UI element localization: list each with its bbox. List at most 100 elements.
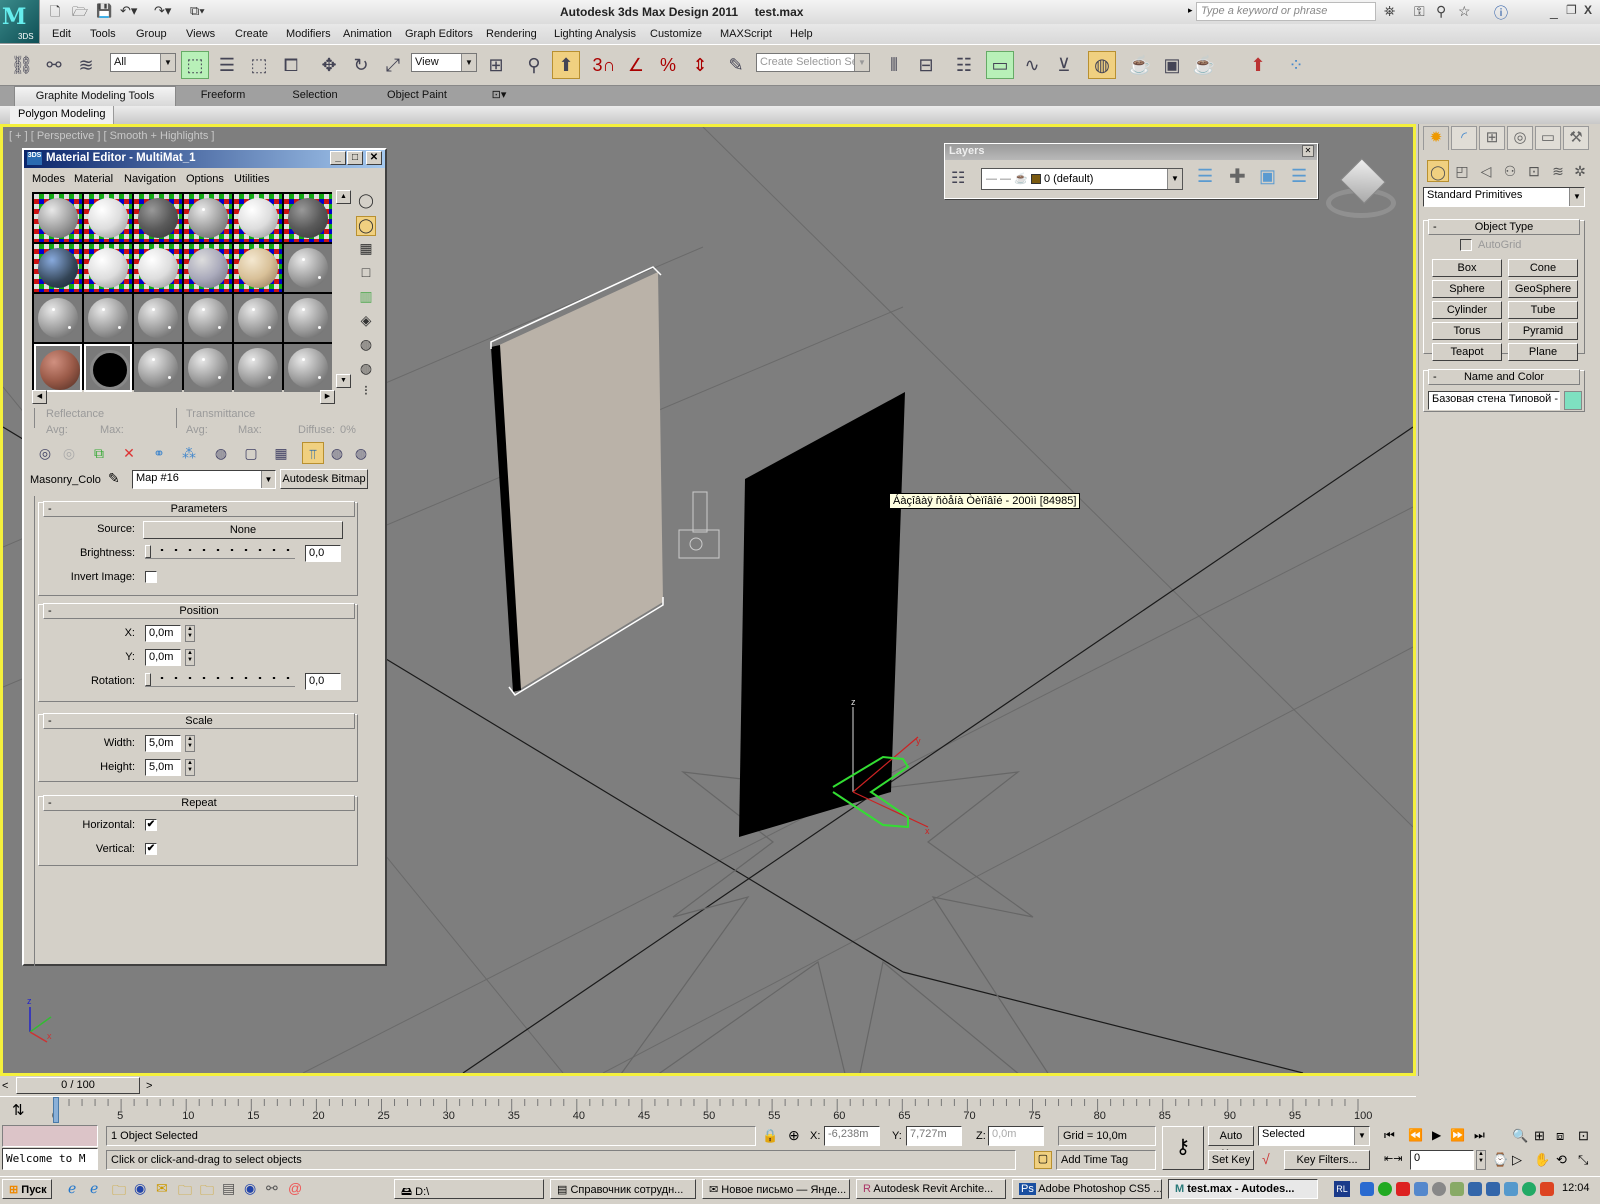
menu-group[interactable]: Group xyxy=(136,28,167,40)
default-tangents-icon[interactable]: √ xyxy=(1262,1151,1270,1167)
sample-slot-hot[interactable] xyxy=(34,344,82,392)
sample-slot[interactable] xyxy=(184,244,232,292)
scroll-down-icon[interactable]: ▼ xyxy=(336,374,351,388)
rotation-slider[interactable] xyxy=(145,673,295,687)
go-to-end-icon[interactable]: ⏭ xyxy=(1474,1128,1485,1143)
material-editor-title-bar[interactable]: 3DS Material Editor - MultiMat_1 _ □ ✕ xyxy=(24,150,385,168)
repeat-rollout-header[interactable]: - Repeat xyxy=(43,795,355,811)
sample-slot[interactable] xyxy=(234,344,282,392)
x-coord-field[interactable]: -6,238m xyxy=(824,1126,880,1146)
absolute-mode-icon[interactable]: ⊕ xyxy=(788,1127,800,1144)
undo-icon[interactable]: ↶▾ xyxy=(120,3,137,19)
menu-customize[interactable]: Customize xyxy=(650,28,702,40)
save-icon[interactable]: 💾 xyxy=(96,3,112,19)
taskbar-item-revit[interactable]: R Autodesk Revit Archite... xyxy=(856,1179,1006,1199)
scroll-right-icon[interactable]: ▶ xyxy=(320,390,335,404)
video-color-check-icon[interactable]: ▥ xyxy=(356,288,376,308)
track-bar[interactable]: ⇅ 05101520253035404550556065707580859095… xyxy=(0,1096,1416,1124)
curve-editor-icon[interactable]: ∿ xyxy=(1018,51,1046,79)
wall-object[interactable] xyxy=(739,392,905,837)
render-production-icon[interactable]: ☕ xyxy=(1190,51,1218,79)
taskbar-item-directory[interactable]: ▤ Справочник сотрудн... xyxy=(550,1179,696,1199)
brightness-field[interactable]: 0,0 xyxy=(305,545,341,562)
add-time-tag-button[interactable]: Add Time Tag xyxy=(1056,1150,1156,1170)
network-icon[interactable]: ⚯ xyxy=(266,1180,278,1197)
app-icon[interactable]: ◉ xyxy=(244,1180,256,1197)
tray-icon[interactable] xyxy=(1486,1182,1500,1196)
set-key-button[interactable]: Set Key xyxy=(1208,1150,1254,1170)
show-map-in-viewport-icon[interactable]: ▦ xyxy=(270,442,292,464)
show-end-result-icon[interactable]: ⫪ xyxy=(302,442,324,464)
pan-view-icon[interactable]: ✋ xyxy=(1534,1152,1550,1168)
open-file-icon[interactable]: 🗁 xyxy=(72,3,88,25)
selection-lock-icon[interactable]: 🔒 xyxy=(762,1128,778,1144)
me-menu-options[interactable]: Options xyxy=(186,173,224,185)
object-color-swatch[interactable] xyxy=(1564,391,1582,410)
name-and-color-rollout-header[interactable]: - Name and Color xyxy=(1428,369,1580,385)
tab-selection[interactable]: Selection xyxy=(280,86,350,106)
viewcube[interactable] xyxy=(1326,158,1398,222)
utilities-tab-icon[interactable]: ⚒ xyxy=(1563,126,1589,150)
scroll-up-icon[interactable]: ▲ xyxy=(336,190,351,204)
select-and-move-icon[interactable]: ✥ xyxy=(315,51,343,79)
maximize-viewport-icon[interactable]: ⤡ xyxy=(1578,1152,1588,1168)
field-of-view-icon[interactable]: ▷ xyxy=(1512,1152,1522,1168)
render-setup-icon[interactable]: ☕ xyxy=(1126,51,1154,79)
search-expand-icon[interactable]: ▸ xyxy=(1188,5,1193,16)
favorites-star-icon[interactable]: ☆ xyxy=(1458,3,1471,20)
shapes-icon[interactable]: ◰ xyxy=(1451,160,1473,182)
sample-slot[interactable] xyxy=(134,344,182,392)
zoom-extents-all-icon[interactable]: ⊡ xyxy=(1578,1128,1589,1144)
tray-icon[interactable] xyxy=(1450,1182,1464,1196)
zoom-all-icon[interactable]: ⊞ xyxy=(1534,1128,1545,1144)
select-objects-in-layer-icon[interactable]: ▣ xyxy=(1259,166,1276,187)
object-name-field[interactable]: Базовая стена Типовой - xyxy=(1428,391,1560,410)
object-type-rollout-header[interactable]: - Object Type xyxy=(1428,219,1580,235)
go-forward-to-sibling-icon[interactable]: ◍ xyxy=(350,442,372,464)
orbit-icon[interactable]: ⟲ xyxy=(1556,1152,1567,1168)
taskbar-item-photoshop[interactable]: Ps Adobe Photoshop CS5 ... xyxy=(1012,1179,1162,1199)
autogrid-checkbox[interactable] xyxy=(1460,239,1472,251)
eyedropper-icon[interactable]: ✎ xyxy=(108,470,120,487)
scroll-left-icon[interactable]: ◀ xyxy=(32,390,47,404)
tray-icon[interactable] xyxy=(1468,1182,1482,1196)
sample-slot[interactable] xyxy=(134,294,182,342)
sample-slot[interactable] xyxy=(234,244,282,292)
next-frame-icon[interactable]: ⏩ xyxy=(1450,1128,1465,1142)
play-icon[interactable]: ▶ xyxy=(1432,1128,1441,1142)
sample-uv-tiling-icon[interactable]: □ xyxy=(356,264,376,284)
taskbar-item-3dsmax[interactable]: M test.max - Autodes... xyxy=(1168,1179,1318,1199)
ati-tray-icon[interactable] xyxy=(1396,1182,1410,1196)
sample-slot[interactable] xyxy=(134,194,182,242)
select-by-material-icon[interactable]: ◍ xyxy=(356,360,376,380)
scale-width-field[interactable]: 5,0m xyxy=(145,735,181,752)
systems-icon[interactable]: ✲ xyxy=(1569,160,1591,182)
maxscript-mini-listener[interactable]: Welcome to M xyxy=(2,1148,98,1170)
me-menu-modes[interactable]: Modes xyxy=(32,173,65,185)
material-map-navigator-icon[interactable]: ⁝ xyxy=(356,382,376,402)
background-icon[interactable]: ▦ xyxy=(356,240,376,260)
material-editor-icon[interactable]: ◍ xyxy=(1088,51,1116,79)
create-cylinder-button[interactable]: Cylinder xyxy=(1432,301,1502,319)
slider-knob[interactable] xyxy=(145,673,151,686)
sample-slot[interactable] xyxy=(184,294,232,342)
menu-maxscript[interactable]: MAXScript xyxy=(720,28,772,40)
select-and-link-icon[interactable]: ⛓ xyxy=(8,51,36,79)
mirror-icon[interactable]: ⫴ xyxy=(880,51,908,79)
slider-knob[interactable] xyxy=(145,545,151,558)
menu-create[interactable]: Create xyxy=(235,28,268,40)
layer-manager-icon[interactable]: ☷ xyxy=(950,51,978,79)
menu-lighting-analysis[interactable]: Lighting Analysis xyxy=(554,28,636,40)
select-by-name-icon[interactable]: ☰ xyxy=(213,51,241,79)
current-frame-field[interactable]: 0 xyxy=(1410,1150,1474,1170)
minimize-icon[interactable]: _ xyxy=(1550,3,1558,19)
options-icon[interactable]: ◍ xyxy=(356,336,376,356)
sample-slot-active[interactable] xyxy=(84,344,132,392)
infocenter-search-input[interactable]: Type a keyword or phrase xyxy=(1196,2,1376,21)
selection-filter-dropdown[interactable]: All ▼ xyxy=(110,53,176,72)
help-icon[interactable]: ⓘ xyxy=(1494,3,1508,23)
sample-slot[interactable] xyxy=(84,244,132,292)
add-selection-to-layer-icon[interactable]: ✚ xyxy=(1229,164,1246,189)
modify-tab-icon[interactable]: ◜ xyxy=(1451,126,1477,150)
maxscript-mini-listener-pink[interactable] xyxy=(2,1125,98,1147)
